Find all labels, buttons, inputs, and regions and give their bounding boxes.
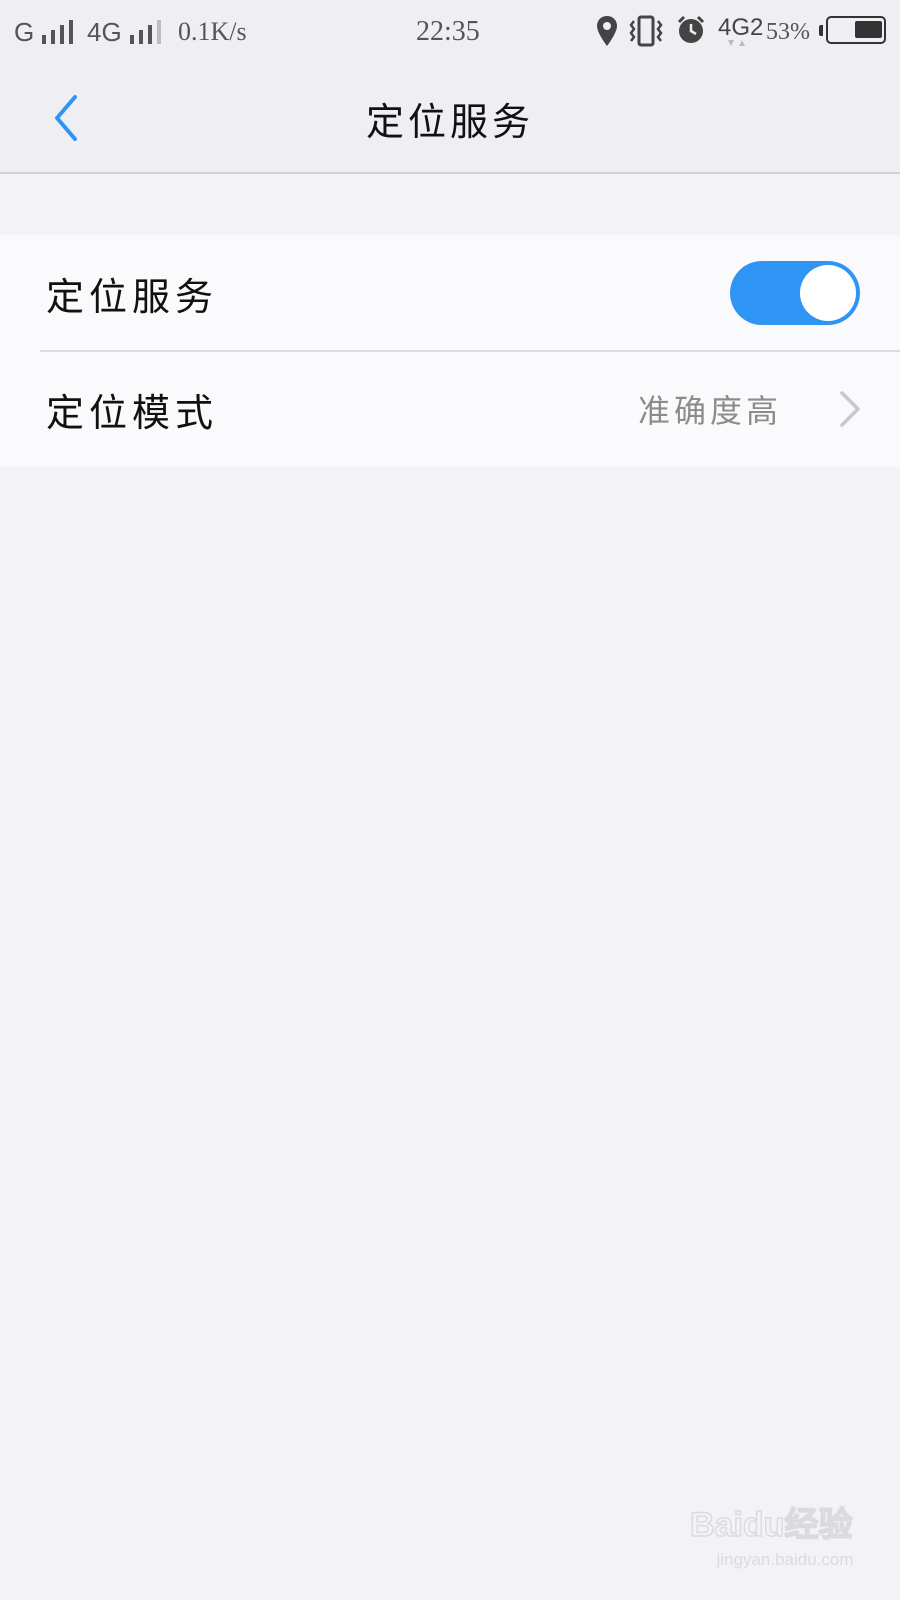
settings-list: 定位服务 定位模式 准确度高 [0, 235, 900, 467]
net-speed: 0.1K/s [178, 17, 247, 46]
clock: 22:35 [416, 16, 480, 47]
battery-fill [855, 21, 882, 38]
location-icon [597, 16, 617, 46]
page-title: 定位服务 [365, 99, 534, 144]
chevron-right-icon [840, 391, 860, 427]
setting-label: 定位模式 [46, 390, 219, 435]
battery-percent-wrap: 53% [766, 14, 810, 50]
chevron-left-icon [55, 95, 77, 141]
clock-wrap: 22:35 [416, 14, 480, 50]
battery-tip [819, 25, 823, 36]
signal-bars-icon [42, 20, 74, 44]
nav-bar: 定位服务 [0, 64, 900, 174]
vibrate-icon [629, 15, 663, 47]
watermark-url: jingyan.baidu.com [716, 1550, 854, 1569]
setting-row-location-service: 定位服务 [0, 235, 900, 352]
net-speed-wrap: 0.1K/s [178, 14, 247, 50]
signal-sim1: G [14, 14, 74, 50]
alarm-icon [677, 15, 705, 43]
screen: G 4G 0.1K/s 22:35 4G2 53% 定位服务 定位服务 定位模式… [0, 0, 900, 1600]
back-button[interactable] [36, 88, 96, 148]
baidu-logo-text: Baidu经验 [690, 1505, 852, 1544]
data-activity-icon [728, 40, 745, 46]
toggle-knob [800, 265, 856, 321]
baidu-watermark: Baidu经验 jingyan.baidu.com [689, 1500, 880, 1580]
battery-percent: 53% [766, 18, 810, 45]
baidu-logo: Baidu经验 [689, 1504, 853, 1545]
setting-row-location-mode[interactable]: 定位模式 准确度高 [0, 351, 900, 467]
setting-value: 准确度高 [637, 392, 782, 430]
battery-icon [826, 16, 886, 44]
setting-label: 定位服务 [46, 274, 219, 319]
location-service-toggle[interactable] [730, 261, 860, 325]
carrier-1-label: G [14, 16, 35, 47]
carrier-2-label: 4G [87, 16, 122, 47]
signal-sim2: 4G [87, 14, 161, 50]
status-bar: G 4G 0.1K/s 22:35 4G2 53% [0, 0, 900, 64]
signal-bars-icon [129, 20, 161, 44]
